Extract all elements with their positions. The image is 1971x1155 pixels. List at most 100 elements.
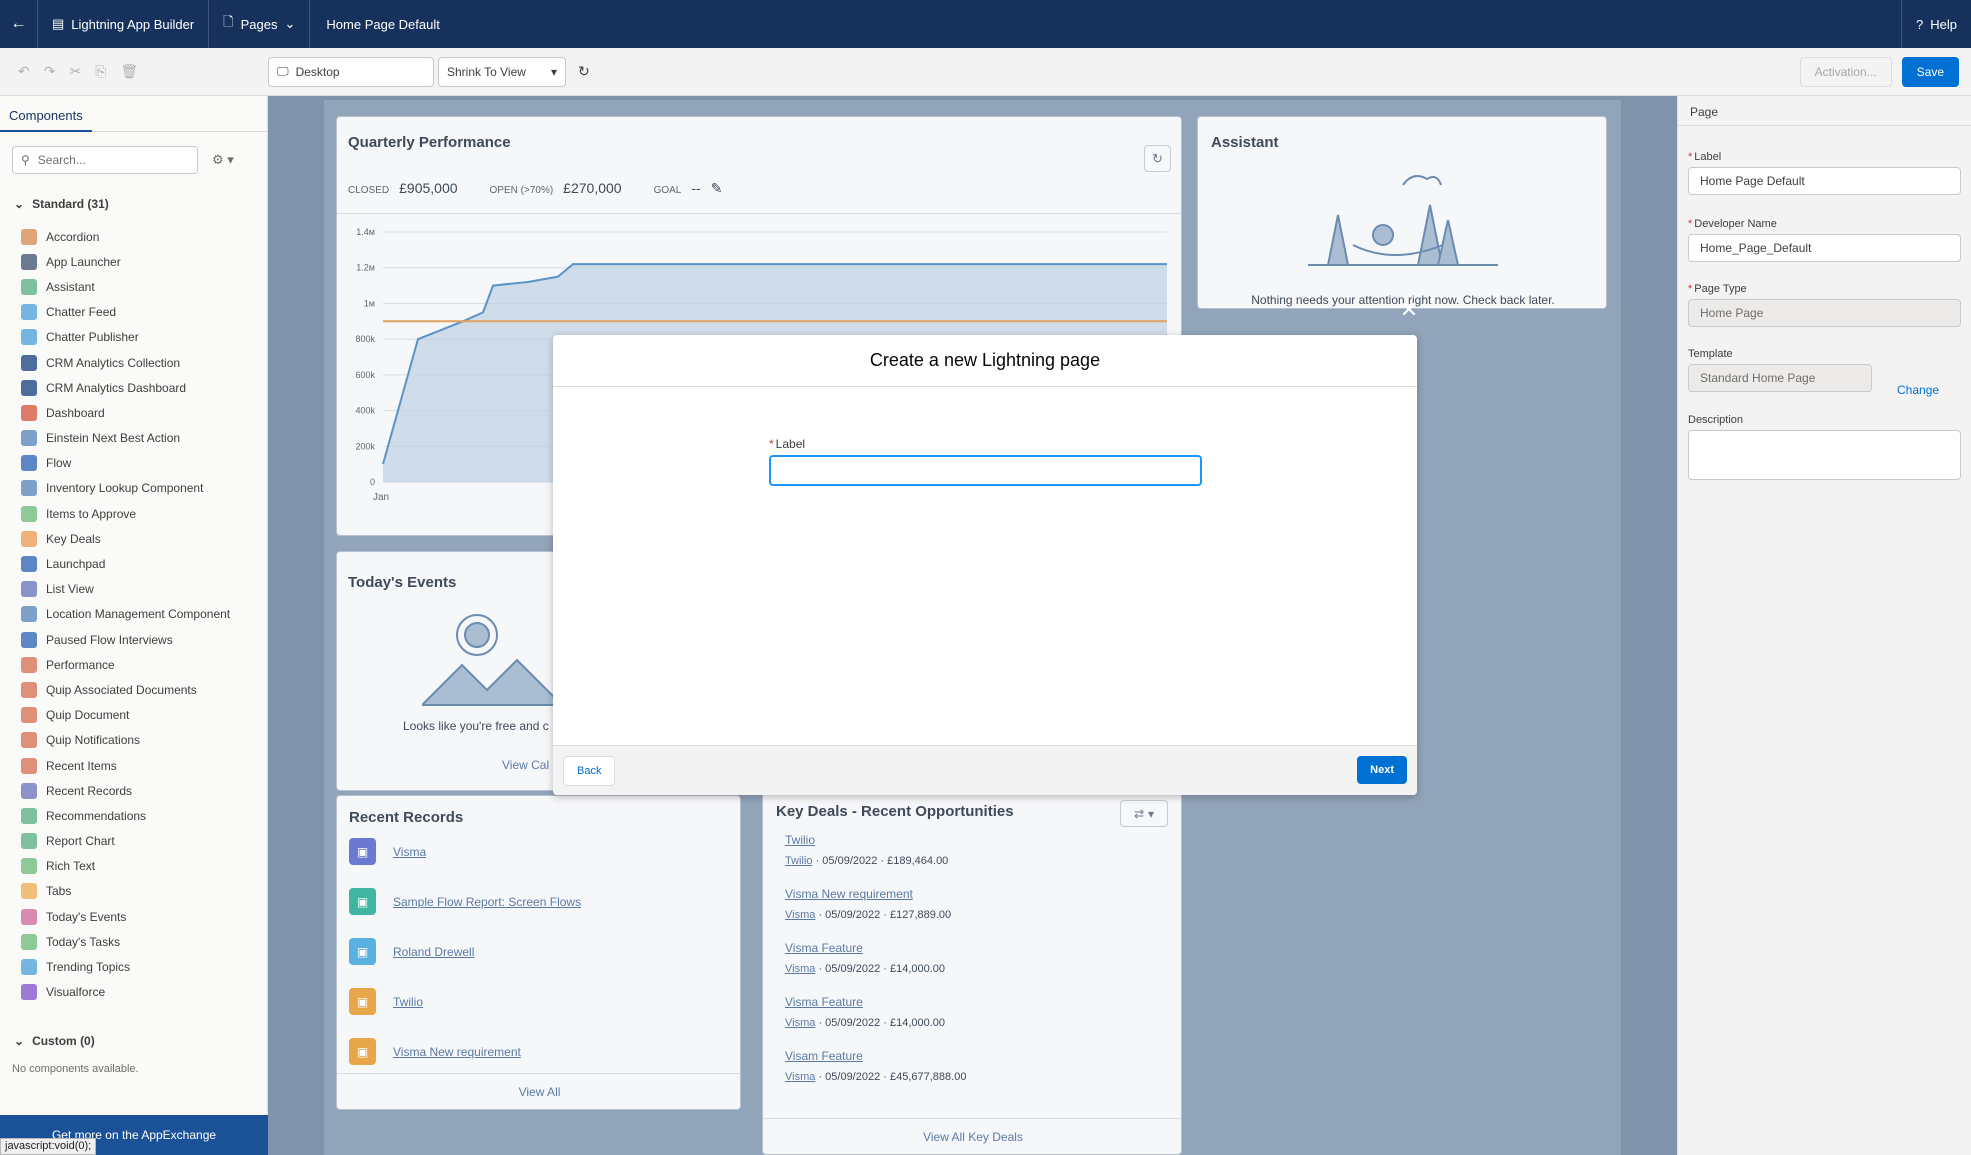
device-selector[interactable]: 🖵 Desktop xyxy=(268,56,434,87)
component-label: List View xyxy=(46,582,94,597)
component-item[interactable]: Recent Records xyxy=(0,778,267,803)
component-item[interactable]: Today's Tasks xyxy=(0,929,267,954)
record-row[interactable]: ▣ Roland Drewell xyxy=(349,938,474,965)
component-item[interactable]: Trending Topics xyxy=(0,954,267,979)
gear-icon[interactable]: ⚙ ▾ xyxy=(212,152,234,168)
component-icon xyxy=(21,908,37,925)
component-item[interactable]: Launchpad xyxy=(0,551,267,576)
pages-label: Pages xyxy=(240,16,278,32)
component-item[interactable]: CRM Analytics Dashboard xyxy=(0,375,267,400)
component-item[interactable]: Assistant xyxy=(0,274,267,299)
pencil-icon[interactable]: ✎ xyxy=(711,180,723,197)
record-link[interactable]: Roland Drewell xyxy=(393,945,474,959)
deal-meta: Visma · 05/09/2022 · £45,677,888.00 xyxy=(785,1071,966,1083)
view-calendar-link[interactable]: View Cal xyxy=(502,758,549,772)
deal-account-link[interactable]: Visma xyxy=(785,909,815,921)
record-row[interactable]: ▣ Visma xyxy=(349,838,426,865)
tab-components[interactable]: Components xyxy=(0,96,92,132)
component-item[interactable]: Inventory Lookup Component xyxy=(0,476,267,501)
record-link[interactable]: Sample Flow Report: Screen Flows xyxy=(393,895,581,909)
component-item[interactable]: Today's Events xyxy=(0,904,267,929)
page-type-label: Page Type xyxy=(1694,283,1747,295)
y-tick-label: 600k xyxy=(355,370,375,380)
undo-icon[interactable]: ↶ xyxy=(18,63,30,80)
required-marker: * xyxy=(1688,218,1693,230)
deal-account-link[interactable]: Twilio xyxy=(785,855,813,867)
no-components-text: No components available. xyxy=(12,1062,139,1075)
change-template-link[interactable]: Change xyxy=(1897,376,1939,404)
component-item[interactable]: Quip Document xyxy=(0,703,267,728)
zoom-select[interactable]: Shrink To View ▾ xyxy=(438,56,566,87)
component-item[interactable]: CRM Analytics Collection xyxy=(0,350,267,375)
label-field-label: Label xyxy=(1694,151,1722,163)
deal-account-link[interactable]: Visma xyxy=(785,1071,815,1083)
component-item[interactable]: App Launcher xyxy=(0,249,267,274)
component-item[interactable]: Flow xyxy=(0,451,267,476)
record-link[interactable]: Visma xyxy=(393,845,426,859)
deal-name-link[interactable]: Visma Feature xyxy=(785,941,945,955)
deal-name-link[interactable]: Visam Feature xyxy=(785,1049,966,1063)
component-item[interactable]: Recent Items xyxy=(0,753,267,778)
component-item[interactable]: Chatter Publisher xyxy=(0,325,267,350)
component-item[interactable]: Recommendations xyxy=(0,803,267,828)
help-button[interactable]: ? Help xyxy=(1901,0,1971,48)
deal-account-link[interactable]: Visma xyxy=(785,1017,815,1029)
search-input[interactable]: ⚲ Search... xyxy=(12,146,198,174)
redo-icon[interactable]: ↷ xyxy=(44,63,56,80)
y-tick-label: 1м xyxy=(364,298,375,308)
deal-name-link[interactable]: Visma New requirement xyxy=(785,887,951,901)
label-input[interactable] xyxy=(769,455,1202,486)
component-icon xyxy=(21,253,37,270)
standard-section-toggle[interactable]: ⌄ Standard (31) xyxy=(0,192,267,216)
filter-menu-button[interactable]: ⇄ ▾ xyxy=(1120,800,1168,827)
developer-name-input[interactable]: Home_Page_Default xyxy=(1688,234,1961,262)
view-all-link[interactable]: View All xyxy=(337,1073,740,1109)
component-item[interactable]: Accordion xyxy=(0,224,267,249)
back-button[interactable]: ← xyxy=(0,0,38,48)
back-button[interactable]: Back xyxy=(563,756,616,786)
component-item[interactable]: Quip Notifications xyxy=(0,728,267,753)
record-row[interactable]: ▣ Sample Flow Report: Screen Flows xyxy=(349,888,581,915)
close-icon[interactable]: ✕ xyxy=(1399,299,1419,321)
refresh-icon[interactable]: ↻ xyxy=(1144,145,1171,172)
deal-name-link[interactable]: Twilio xyxy=(785,833,948,847)
component-item[interactable]: Quip Associated Documents xyxy=(0,677,267,702)
deal-name-link[interactable]: Visma Feature xyxy=(785,995,945,1009)
field-label: * Page Type xyxy=(1688,283,1961,295)
component-item[interactable]: Visualforce xyxy=(0,980,267,1005)
delete-icon[interactable]: 🗑 xyxy=(120,63,138,80)
record-row[interactable]: ▣ Visma New requirement xyxy=(349,1038,521,1065)
component-icon xyxy=(21,556,37,573)
template-label: Template xyxy=(1688,348,1733,360)
component-label: Today's Events xyxy=(46,909,127,924)
save-button[interactable]: Save xyxy=(1901,56,1959,87)
deal-account-link[interactable]: Visma xyxy=(785,963,815,975)
component-item[interactable]: List View xyxy=(0,577,267,602)
component-item[interactable]: Performance xyxy=(0,652,267,677)
record-link[interactable]: Twilio xyxy=(393,995,423,1009)
component-item[interactable]: Einstein Next Best Action xyxy=(0,426,267,451)
activation-button[interactable]: Activation... xyxy=(1799,56,1892,87)
search-placeholder: Search... xyxy=(37,153,86,167)
component-item[interactable]: Location Management Component xyxy=(0,602,267,627)
label-input[interactable]: Home Page Default xyxy=(1688,167,1961,195)
description-textarea[interactable] xyxy=(1688,430,1961,480)
component-item[interactable]: Tabs xyxy=(0,879,267,904)
component-item[interactable]: Chatter Feed xyxy=(0,300,267,325)
component-item[interactable]: Key Deals xyxy=(0,526,267,551)
copy-icon[interactable]: ⎘ xyxy=(95,63,106,80)
component-item[interactable]: Items to Approve xyxy=(0,501,267,526)
cut-icon[interactable]: ✂ xyxy=(69,63,81,80)
card-title: Assistant xyxy=(1211,134,1279,151)
component-item[interactable]: Dashboard xyxy=(0,400,267,425)
record-link[interactable]: Visma New requirement xyxy=(393,1045,521,1059)
component-item[interactable]: Rich Text xyxy=(0,854,267,879)
refresh-icon[interactable]: ↻ xyxy=(578,63,590,80)
component-item[interactable]: Paused Flow Interviews xyxy=(0,627,267,652)
component-item[interactable]: Report Chart xyxy=(0,829,267,854)
next-button[interactable]: Next xyxy=(1357,756,1407,784)
pages-menu[interactable]: 🗋 Pages ⌄ xyxy=(209,0,311,48)
view-all-key-deals-link[interactable]: View All Key Deals xyxy=(763,1118,1181,1154)
custom-section-toggle[interactable]: ⌄ Custom (0) xyxy=(0,1029,267,1053)
record-row[interactable]: ▣ Twilio xyxy=(349,988,423,1015)
